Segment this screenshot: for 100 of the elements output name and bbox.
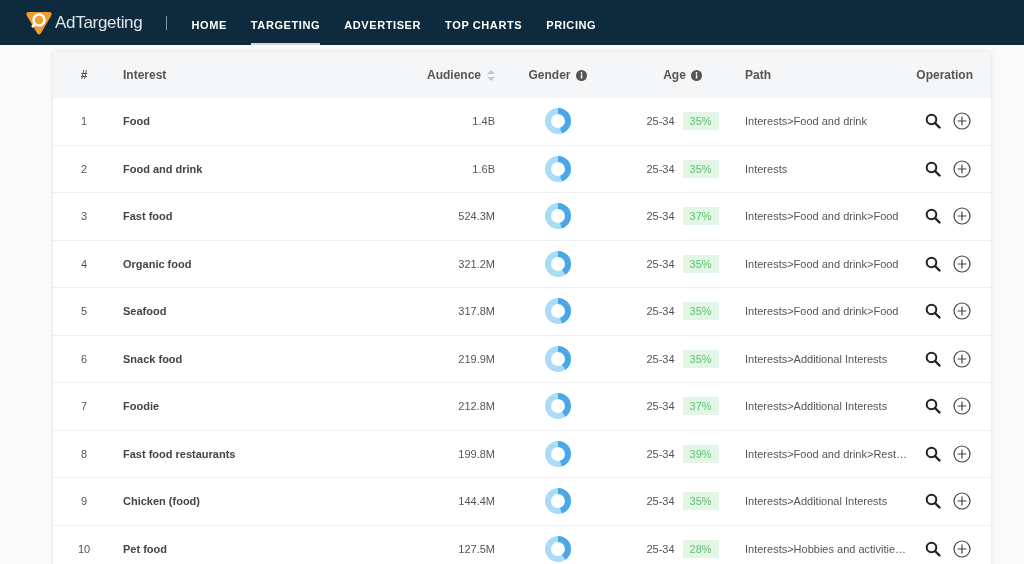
age-share-badge: 35% — [682, 492, 719, 511]
interest-path: Interests>Food and drink>Food — [745, 305, 899, 318]
age-share-badge: 35% — [682, 254, 719, 273]
search-icon[interactable] — [925, 255, 941, 272]
interest-name[interactable]: Organic food — [123, 257, 192, 270]
interest-path: Interests>Additional Interests — [745, 400, 888, 413]
add-icon[interactable] — [953, 112, 971, 131]
interest-path: Interests>Additional Interests — [745, 352, 888, 365]
column-header: Path — [745, 68, 771, 82]
add-icon[interactable] — [953, 539, 971, 558]
search-icon[interactable] — [925, 113, 941, 130]
gender-donut-icon — [543, 297, 572, 326]
interest-name[interactable]: Food — [123, 115, 150, 128]
search-icon[interactable] — [925, 398, 941, 415]
gender-donut-icon — [543, 439, 572, 468]
age-share-badge: 39% — [682, 444, 719, 463]
add-icon[interactable] — [953, 444, 971, 463]
interest-path: Interests>Food and drink>Food — [745, 210, 899, 223]
interest-path: Interests>Food and drink>Food — [745, 257, 899, 270]
audience-size: 317.8M — [458, 305, 495, 318]
gender-donut-icon — [543, 344, 572, 373]
column-header: # — [80, 68, 88, 82]
interest-name[interactable]: Food and drink — [123, 162, 203, 175]
search-icon[interactable] — [925, 160, 941, 177]
age-share-badge: 37% — [682, 397, 719, 416]
interest-name[interactable]: Fast food restaurants — [123, 447, 236, 460]
nav-link[interactable]: ADVERTISER — [344, 4, 422, 45]
audience-size: 127.5M — [458, 542, 495, 555]
add-icon[interactable] — [953, 207, 971, 226]
interest-name[interactable]: Seafood — [123, 305, 167, 318]
age-share-badge: 35% — [682, 159, 719, 178]
age-range: 25-34 — [646, 352, 675, 365]
audience-size: 144.4M — [458, 495, 495, 508]
nav-link[interactable]: TOP CHARTS — [445, 4, 523, 45]
interest-name[interactable]: Fast food — [123, 210, 173, 223]
row-number: 6 — [80, 352, 88, 365]
nav-link[interactable]: HOME — [191, 4, 227, 45]
age-range: 25-34 — [646, 210, 675, 223]
gender-donut-icon — [543, 392, 572, 421]
gender-donut-icon — [543, 249, 572, 278]
age-share-badge: 37% — [682, 207, 719, 226]
interest-name[interactable]: Snack food — [123, 352, 183, 365]
age-share-badge: 35% — [682, 112, 719, 131]
interest-path: Interests>Additional Interests — [745, 495, 888, 508]
column-header: Audience — [427, 68, 481, 82]
add-icon[interactable] — [953, 492, 971, 511]
interest-path: Interests — [745, 162, 788, 175]
row-number: 7 — [80, 400, 88, 413]
audience-size: 321.2M — [458, 257, 495, 270]
interest-name[interactable]: Foodie — [123, 400, 160, 413]
audience-size: 199.8M — [458, 447, 495, 460]
row-number: 10 — [77, 542, 91, 555]
add-icon[interactable] — [953, 254, 971, 273]
interest-path: Interests>Food and drink>Rest… — [745, 447, 908, 460]
row-number: 3 — [80, 210, 88, 223]
row-number: 8 — [80, 447, 88, 460]
gender-donut-icon — [543, 534, 572, 563]
column-header: Operation — [916, 68, 973, 82]
add-icon[interactable] — [953, 349, 971, 368]
nav-link[interactable]: TARGETING — [250, 4, 321, 45]
row-number: 9 — [80, 495, 88, 508]
add-icon[interactable] — [953, 302, 971, 321]
add-icon[interactable] — [953, 397, 971, 416]
search-icon[interactable] — [925, 540, 941, 557]
row-number: 1 — [80, 115, 88, 128]
column-header: Age — [663, 68, 686, 82]
age-range: 25-34 — [646, 447, 675, 460]
gender-donut-icon — [543, 202, 572, 231]
interest-name[interactable]: Pet food — [123, 542, 167, 555]
age-range: 25-34 — [646, 495, 675, 508]
search-icon[interactable] — [925, 493, 941, 510]
brand-name[interactable]: AdTargeting — [55, 12, 143, 33]
interest-name[interactable]: Chicken (food) — [123, 495, 200, 508]
search-icon[interactable] — [925, 445, 941, 462]
row-number: 5 — [80, 305, 88, 318]
nav-link[interactable]: PRICING — [546, 4, 597, 45]
age-range: 25-34 — [646, 115, 675, 128]
column-header: Interest — [123, 68, 167, 82]
age-share-badge: 35% — [682, 349, 719, 368]
interest-path: Interests>Hobbies and activitie… — [745, 542, 907, 555]
age-range: 25-34 — [646, 542, 675, 555]
audience-size: 524.3M — [458, 210, 495, 223]
search-icon[interactable] — [925, 303, 941, 320]
age-range: 25-34 — [646, 162, 675, 175]
gender-donut-icon — [543, 107, 572, 136]
search-icon[interactable] — [925, 350, 941, 367]
gender-donut-icon — [543, 154, 572, 183]
audience-size: 1.4B — [472, 115, 495, 128]
info-icon[interactable] — [690, 69, 702, 81]
info-icon[interactable] — [575, 69, 587, 81]
audience-size: 1.6B — [472, 162, 495, 175]
age-share-badge: 28% — [682, 539, 719, 558]
column-header: Gender — [528, 68, 571, 82]
add-icon[interactable] — [953, 159, 971, 178]
row-number: 4 — [80, 257, 88, 270]
age-range: 25-34 — [646, 305, 675, 318]
age-range: 25-34 — [646, 400, 675, 413]
audience-size: 219.9M — [458, 352, 495, 365]
age-range: 25-34 — [646, 257, 675, 270]
search-icon[interactable] — [925, 208, 941, 225]
